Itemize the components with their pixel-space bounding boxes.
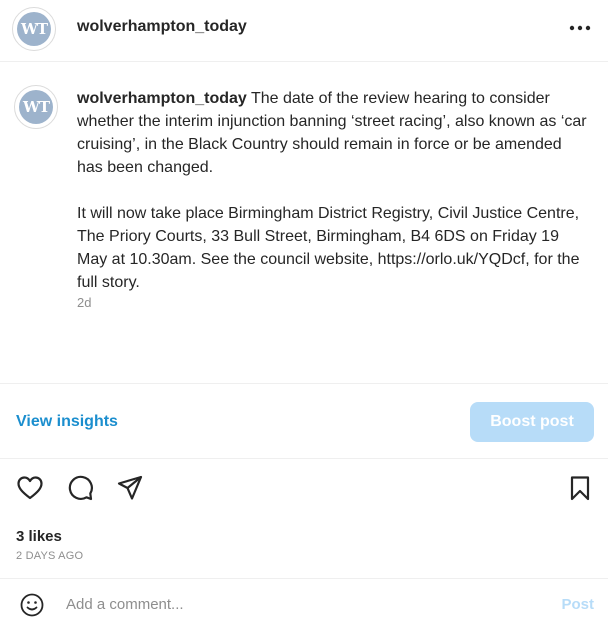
avatar-logo: WT <box>17 12 51 46</box>
emoji-icon[interactable] <box>20 593 44 617</box>
heart-icon[interactable] <box>16 474 44 502</box>
caption-paragraph-2: It will now take place Birmingham Distri… <box>77 205 580 291</box>
post-comment-button[interactable]: Post <box>561 596 594 613</box>
caption-avatar[interactable]: WT <box>14 85 58 129</box>
header-username[interactable]: wolverhampton_today <box>77 18 247 36</box>
caption-text: wolverhampton_today The date of the revi… <box>77 87 587 294</box>
more-options-button[interactable] <box>566 14 594 42</box>
bookmark-icon[interactable] <box>566 474 594 502</box>
view-insights-link[interactable]: View insights <box>16 413 118 431</box>
post-caption: WT wolverhampton_today The date of the r… <box>0 63 608 381</box>
more-horizontal-icon <box>569 25 591 31</box>
caption-paragraph-1: wolverhampton_today The date of the revi… <box>77 87 587 179</box>
action-bar <box>0 470 608 506</box>
post-timestamp: 2 DAYS AGO <box>16 550 84 562</box>
likes-count[interactable]: 3 likes <box>16 528 62 545</box>
post-header: WT wolverhampton_today <box>0 0 608 62</box>
comment-bar: Post <box>0 578 608 627</box>
avatar[interactable]: WT <box>12 7 56 51</box>
avatar-logo: WT <box>19 90 53 124</box>
caption-time-ago: 2d <box>77 295 92 310</box>
boost-post-button[interactable]: Boost post <box>470 402 594 442</box>
share-icon[interactable] <box>116 474 144 502</box>
comment-icon[interactable] <box>66 474 94 502</box>
comment-input[interactable] <box>66 591 526 617</box>
caption-username[interactable]: wolverhampton_today <box>77 90 247 107</box>
insights-bar: View insights Boost post <box>0 383 608 459</box>
